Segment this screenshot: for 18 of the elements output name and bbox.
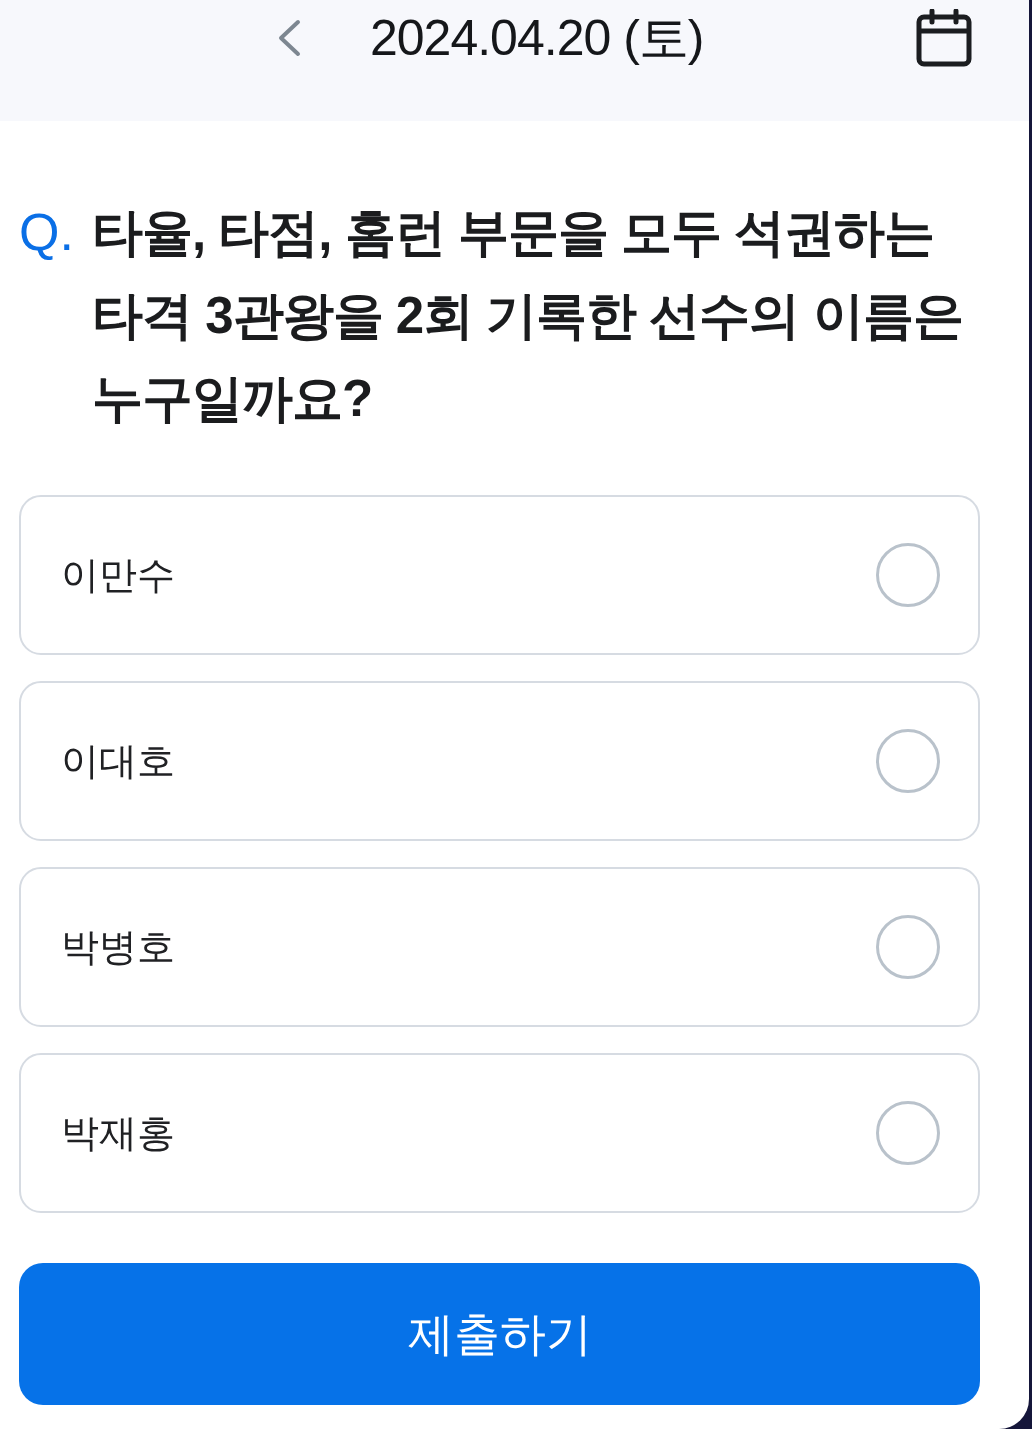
answer-option[interactable]: 이대호: [19, 681, 980, 841]
radio-icon[interactable]: [876, 1101, 940, 1165]
radio-icon[interactable]: [876, 915, 940, 979]
back-icon[interactable]: [276, 19, 302, 57]
question-prefix: Q.: [19, 202, 75, 263]
date-title: 2024.04.20 (토): [370, 13, 704, 63]
radio-icon[interactable]: [876, 729, 940, 793]
submit-button[interactable]: 제출하기: [19, 1263, 980, 1405]
option-label: 박재홍: [61, 1114, 176, 1152]
answer-option[interactable]: 이만수: [19, 495, 980, 655]
calendar-icon[interactable]: [916, 9, 972, 67]
answer-option[interactable]: 박병호: [19, 867, 980, 1027]
option-label: 박병호: [61, 928, 176, 966]
answer-option[interactable]: 박재홍: [19, 1053, 980, 1213]
radio-icon[interactable]: [876, 543, 940, 607]
question-text: 타율, 타점, 홈런 부문을 모두 석권하는 타격 3관왕을 2회 기록한 선수의 이름은 누구일까요?: [92, 203, 964, 429]
option-label: 이대호: [61, 742, 176, 780]
option-label: 이만수: [61, 556, 176, 594]
